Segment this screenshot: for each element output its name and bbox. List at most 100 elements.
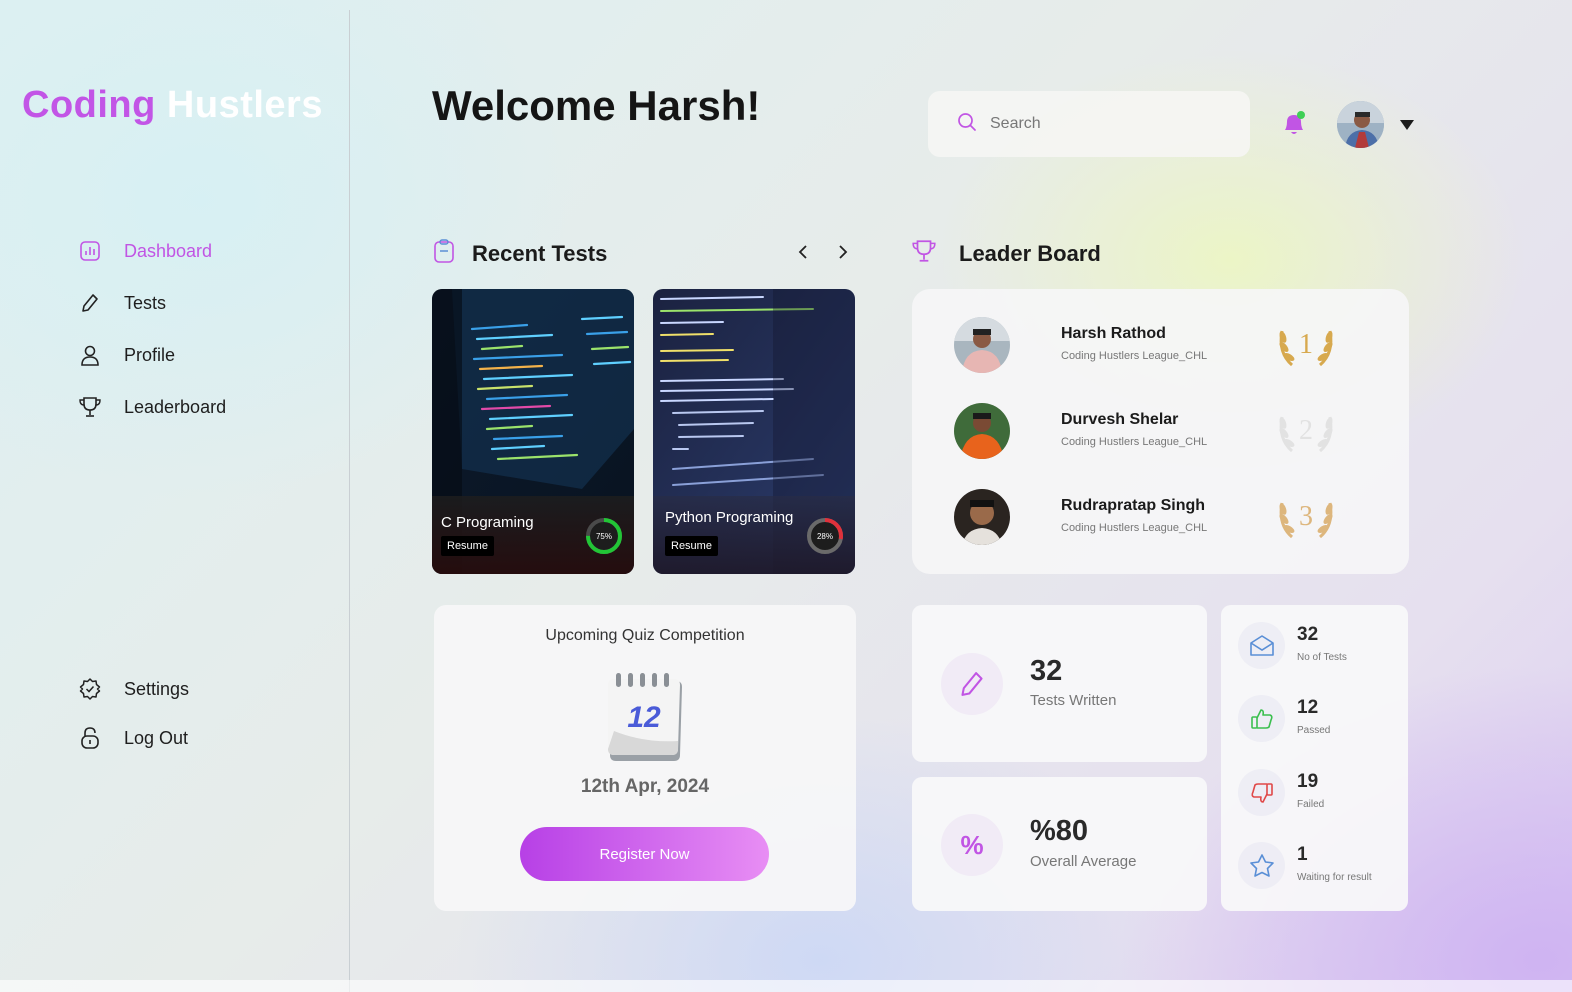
logout-icon [78,726,102,750]
summary-value: 19 [1297,771,1319,792]
user-icon [78,343,102,367]
calendar-day: 12 [627,701,661,734]
overall-average-label: Overall Average [1030,853,1137,870]
leaderboard-header: Leader Board [911,238,1101,270]
progress-ring: 28% [807,518,843,554]
leaderboard-title: Leader Board [959,241,1101,266]
user-menu[interactable] [1337,101,1414,148]
quiz-date: 12th Apr, 2024 [580,776,710,797]
recent-tests-header: Recent Tests [432,238,607,270]
brand-logo-part2: Hustlers [166,84,323,126]
summary-label: Passed [1297,725,1331,736]
test-card-c[interactable]: C Programing Resume 75% [432,289,634,574]
resume-button[interactable]: Resume [665,536,718,556]
sidebar-item-leaderboard[interactable]: Leaderboard [78,392,226,422]
search-icon [956,111,978,138]
player-name: Harsh Rathod [1061,325,1166,342]
sidebar-item-tests[interactable]: Tests [78,288,166,318]
previous-button[interactable] [791,240,815,264]
notification-bell-icon[interactable] [1281,110,1307,138]
sidebar-item-label: Leaderboard [124,396,227,417]
calendar-icon: 12 [608,673,682,761]
sidebar-item-label: Log Out [124,727,189,748]
sidebar-item-label: Profile [124,344,176,365]
progress-ring: 75% [586,518,622,554]
page-title: Welcome Harsh! [432,82,761,129]
sidebar-item-logout[interactable]: Log Out [78,723,188,753]
sidebar-item-profile[interactable]: Profile [78,340,175,370]
test-name: Python Programing [665,509,794,526]
trophy-icon [78,395,102,419]
percent-icon: % [941,814,1003,876]
summary-value: 32 [1297,624,1319,645]
sidebar-item-label: Settings [124,678,190,699]
envelope-icon [1238,622,1285,669]
next-button[interactable] [831,240,855,264]
summary-value: 12 [1297,697,1319,718]
leaderboard-row[interactable]: Rudrapratap Singh Coding Hustlers League… [954,489,1354,545]
progress-label: 75% [596,532,612,541]
trophy-icon [911,238,937,270]
brand-logo-part1: Coding [22,84,156,126]
upcoming-quiz-card: Upcoming Quiz Competition 12 12th Apr, 2… [434,605,856,911]
pencil-icon [78,291,102,315]
leaderboard-row[interactable]: Durvesh Shelar Coding Hustlers League_CH… [954,403,1354,459]
rank-number: 3 [1299,501,1313,532]
avatar [954,317,1010,373]
tests-written-card: 32 Tests Written [912,605,1207,762]
star-icon [1238,842,1285,889]
sidebar-divider [349,10,350,992]
player-league: Coding Hustlers League_CHL [1061,522,1208,534]
bar-chart-icon [78,239,102,263]
sidebar-item-label: Tests [124,292,167,313]
recent-tests-title: Recent Tests [472,241,608,266]
overall-average-card: % %80 Overall Average [912,777,1207,911]
rank-number: 2 [1299,415,1313,446]
player-league: Coding Hustlers League_CHL [1061,350,1208,362]
avatar [954,489,1010,545]
register-now-button[interactable]: Register Now [520,827,769,881]
player-league: Coding Hustlers League_CHL [1061,436,1208,448]
quiz-title: Upcoming Quiz Competition [545,627,745,644]
tests-written-label: Tests Written [1030,692,1117,709]
summary-label: Failed [1297,799,1325,810]
avatar [1337,101,1384,148]
rank-laurel-icon: 2 [1279,415,1333,453]
brand-logo[interactable]: Coding Hustlers [22,84,323,127]
test-card-python[interactable]: Python Programing Resume 28% [653,289,855,574]
overall-average-value: %80 [1030,815,1089,847]
summary-label: Waiting for result [1297,872,1372,883]
sidebar-item-dashboard[interactable]: Dashboard [78,236,212,266]
summary-panel: 32 No of Tests 12 Passed 19 Failed 1 Wai… [1221,605,1408,911]
chevron-right-icon [839,245,848,259]
thumbs-up-icon [1238,695,1285,742]
search-input[interactable] [990,115,1210,133]
summary-value: 1 [1297,844,1308,865]
resume-button[interactable]: Resume [441,536,494,556]
summary-item: 1 Waiting for result [1238,842,1408,892]
pencil-icon [941,653,1003,715]
summary-item: 32 No of Tests [1238,622,1408,672]
sidebar-item-label: Dashboard [124,240,213,261]
search-bar[interactable] [928,91,1250,157]
progress-label: 28% [817,532,833,541]
summary-item: 19 Failed [1238,769,1408,819]
chevron-down-icon [1400,119,1414,130]
clipboard-icon [432,238,456,270]
bottom-edge [0,980,1572,992]
avatar [954,403,1010,459]
leaderboard-row[interactable]: Harsh Rathod Coding Hustlers League_CHL … [954,317,1354,373]
summary-item: 12 Passed [1238,695,1408,745]
player-name: Durvesh Shelar [1061,411,1179,428]
rank-laurel-icon: 3 [1279,501,1333,539]
rank-laurel-icon: 1 [1279,329,1333,367]
sidebar-item-settings[interactable]: Settings [78,674,189,704]
tests-written-value: 32 [1030,655,1063,687]
settings-icon [78,677,102,701]
player-name: Rudrapratap Singh [1061,497,1206,514]
test-name: C Programing [441,514,534,531]
summary-label: No of Tests [1297,652,1347,663]
thumbs-down-icon [1238,769,1285,816]
leaderboard-panel: Harsh Rathod Coding Hustlers League_CHL … [912,289,1409,574]
chevron-left-icon [798,245,807,259]
